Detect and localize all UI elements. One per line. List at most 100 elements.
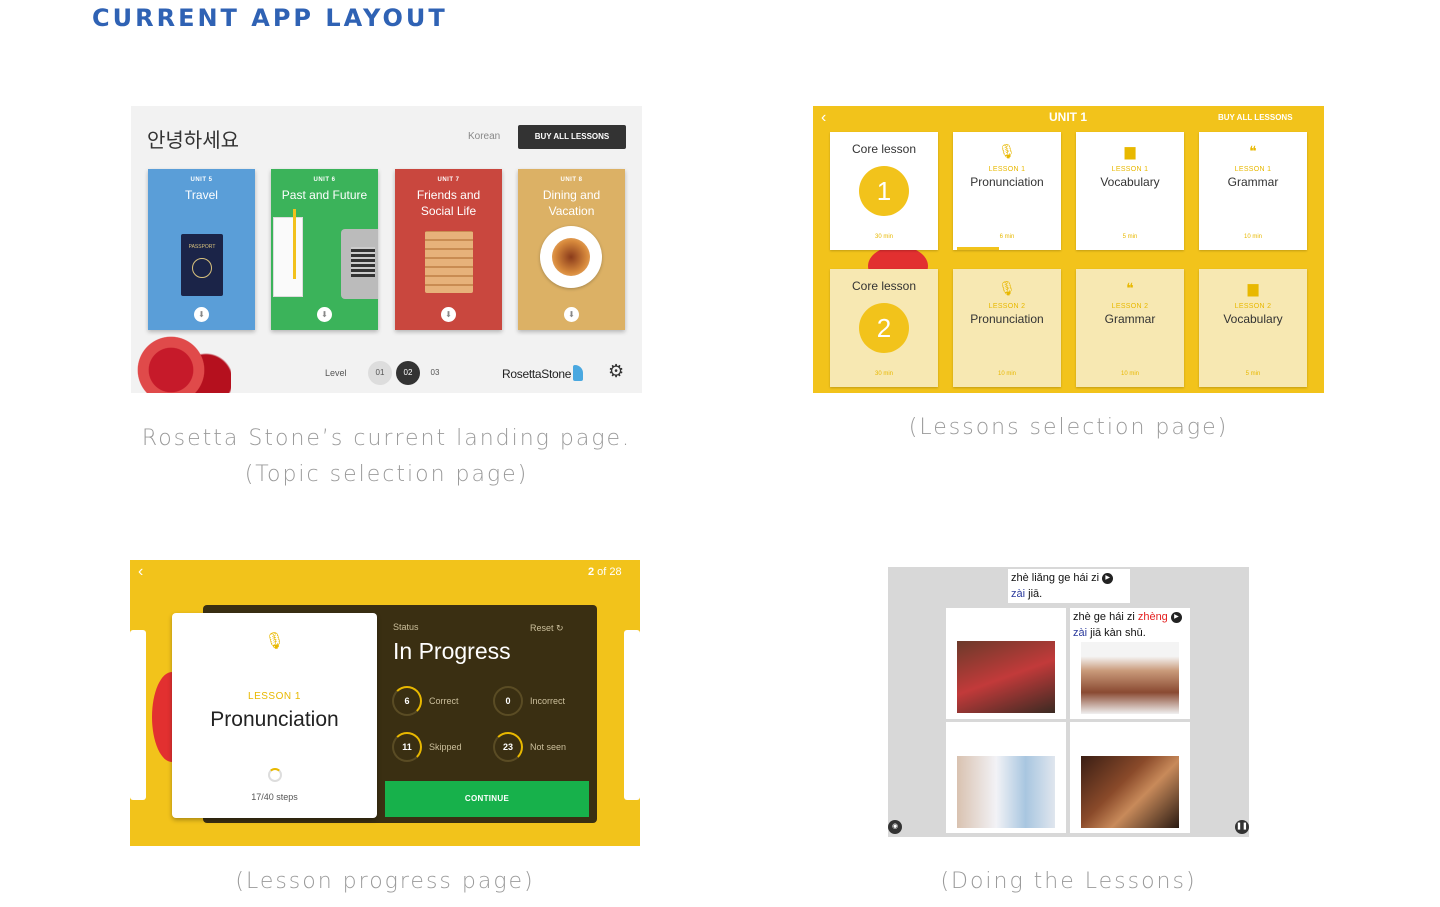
pronunciation-2-card[interactable]: 🎙 LESSON 2 Pronunciation 10 min xyxy=(953,269,1061,387)
pronunciation-1-card[interactable]: 🎙 LESSON 1 Pronunciation 6 min xyxy=(953,132,1061,250)
not-seen-label: Not seen xyxy=(530,742,567,752)
level-03-button[interactable]: 03 xyxy=(423,361,447,385)
lesson-label: LESSON 1 xyxy=(248,691,301,702)
brand-logo: RosettaStone xyxy=(502,365,584,381)
prompt-bubble-1: zhè liǎng ge hái zi ▶ zài jiā. xyxy=(1008,569,1130,603)
lesson-name: Grammar xyxy=(1104,312,1156,326)
image-tile-man-dining[interactable] xyxy=(1070,722,1190,833)
card-title: Core lesson xyxy=(851,279,917,293)
notepad-image xyxy=(273,217,303,297)
download-icon[interactable]: ⬇ xyxy=(317,307,332,322)
continue-button[interactable]: CONTINUE xyxy=(385,781,589,817)
lesson-sub: LESSON 2 xyxy=(1111,303,1149,310)
child-reading-photo xyxy=(1081,642,1179,714)
duration: 10 min xyxy=(1243,234,1262,240)
unit-title: Travel xyxy=(185,188,218,202)
lessons-screenshot: ‹ UNIT 1 BUY ALL LESSONS Core lesson 1 3… xyxy=(813,106,1324,393)
prompt-highlight: zài xyxy=(1011,588,1026,600)
man-dining-photo xyxy=(1081,756,1179,828)
language-label[interactable]: Korean xyxy=(468,131,500,142)
skipped-label: Skipped xyxy=(429,742,462,752)
reset-label: Reset xyxy=(530,623,554,633)
grammar-2-card[interactable]: ❝ LESSON 2 Grammar 10 min xyxy=(1076,269,1184,387)
play-icon[interactable]: ▶ xyxy=(1170,611,1182,623)
grammar-1-card[interactable]: ❝ LESSON 1 Grammar 10 min xyxy=(1199,132,1307,250)
lesson-name: Grammar xyxy=(1227,175,1279,189)
level-label: Level xyxy=(325,368,347,378)
level-01-button[interactable]: 01 xyxy=(368,361,392,385)
play-icon[interactable]: ▶ xyxy=(1102,572,1114,584)
duration: 10 min xyxy=(997,371,1016,377)
unit-number: UNIT 6 xyxy=(313,177,336,183)
next-card-edge[interactable] xyxy=(624,630,640,800)
duration: 30 min xyxy=(874,371,893,377)
lesson-name: Pronunciation xyxy=(970,175,1044,189)
microphone-icon: 🎙 xyxy=(998,280,1016,296)
core-lesson-1-card[interactable]: Core lesson 1 30 min xyxy=(830,132,938,250)
gear-icon[interactable]: ⚙ xyxy=(608,361,624,382)
duration: 5 min xyxy=(1245,371,1261,377)
prompt-bubble-2: zhè ge hái zi zhèng ▶ zài jiā kàn shū. xyxy=(1070,608,1190,642)
duration: 10 min xyxy=(1120,371,1139,377)
level-02-button[interactable]: 02 xyxy=(396,361,420,385)
microphone-icon: 🎙 xyxy=(264,633,285,650)
status-value: In Progress xyxy=(393,638,511,664)
duration: 6 min xyxy=(999,234,1015,240)
unit-title: Dining and Vacation xyxy=(542,188,601,218)
refresh-icon: ↻ xyxy=(556,623,564,633)
progress-screenshot: ‹ 2 of 28 🎙 LESSON 1 Pronunciation 17/40… xyxy=(130,560,640,846)
unit-card-dining[interactable]: UNIT 8 Dining and Vacation ⬇ xyxy=(518,169,625,330)
prompt-text: zhè liǎng ge hái zi xyxy=(1011,572,1100,584)
unit-number: UNIT 8 xyxy=(560,177,583,183)
lesson-name: Vocabulary xyxy=(1223,312,1283,326)
unit-number: UNIT 5 xyxy=(190,177,213,183)
download-icon[interactable]: ⬇ xyxy=(194,307,209,322)
lesson-name: Pronunciation xyxy=(210,708,339,731)
pause-icon[interactable]: ❚❚ xyxy=(1235,820,1249,834)
download-icon[interactable]: ⬇ xyxy=(564,307,579,322)
buy-all-lessons-button[interactable]: BUY ALL LESSONS xyxy=(518,125,626,149)
eye-icon[interactable]: ◉ xyxy=(888,820,902,834)
skipped-count: 11 xyxy=(392,732,422,762)
greeting: 안녕하세요 xyxy=(147,130,239,152)
flower-decoration xyxy=(131,328,231,393)
correct-label: Correct xyxy=(429,696,459,706)
unit-card-past-future[interactable]: UNIT 6 Past and Future ⬇ xyxy=(271,169,378,330)
caption-line: Rosetta Stone’s current landing page. xyxy=(141,426,632,451)
quote-icon: ❝ xyxy=(1126,280,1134,296)
image-tile-child-reading[interactable]: zhè ge hái zi zhèng ▶ zài jiā kàn shū. xyxy=(1070,608,1190,719)
lesson-card[interactable]: 🎙 LESSON 1 Pronunciation 17/40 steps xyxy=(172,613,377,818)
pencil-image xyxy=(293,209,296,279)
book-icon: ▆ xyxy=(1124,143,1136,159)
girls-flowers-photo xyxy=(957,641,1055,713)
caption-landing: Rosetta Stone’s current landing page. (T… xyxy=(131,421,642,493)
quote-icon: ❝ xyxy=(1249,143,1257,159)
unit-card-travel[interactable]: UNIT 5 Travel PASSPORT ⬇ xyxy=(148,169,255,330)
card-title: Core lesson xyxy=(851,142,917,156)
buy-all-lessons-link[interactable]: BUY ALL LESSONS xyxy=(1218,113,1293,122)
image-tile-doctor[interactable] xyxy=(946,722,1066,833)
duration: 5 min xyxy=(1122,234,1138,240)
passport-text: PASSPORT xyxy=(188,244,216,250)
loading-spinner-icon xyxy=(267,768,282,782)
incorrect-count: 0 xyxy=(493,686,523,716)
core-lesson-2-card[interactable]: Core lesson 2 30 min xyxy=(830,269,938,387)
lesson-name: Pronunciation xyxy=(970,312,1044,326)
image-tile-girls-flowers[interactable] xyxy=(946,608,1066,719)
vocabulary-2-card[interactable]: ▆ LESSON 2 Vocabulary 5 min xyxy=(1199,269,1307,387)
prompt-highlight: zài xyxy=(1073,627,1088,639)
prev-card-edge[interactable] xyxy=(130,630,146,800)
not-seen-count: 23 xyxy=(493,732,523,762)
download-icon[interactable]: ⬇ xyxy=(441,307,456,322)
steps-count: 17/40 steps xyxy=(251,792,298,802)
unit-card-friends[interactable]: UNIT 7 Friends and Social Life ⬇ xyxy=(395,169,502,330)
lesson-number: 2 xyxy=(859,303,909,353)
lesson-sub: LESSON 1 xyxy=(1111,166,1149,173)
caption-line: (Topic selection page) xyxy=(244,462,529,487)
unit-title: Past and Future xyxy=(281,188,368,202)
back-chevron-icon[interactable]: ‹ xyxy=(138,563,143,581)
reset-button[interactable]: Reset ↻ xyxy=(530,623,564,634)
back-chevron-icon[interactable]: ‹ xyxy=(821,109,826,127)
lesson-name: Vocabulary xyxy=(1100,175,1160,189)
vocabulary-1-card[interactable]: ▆ LESSON 1 Vocabulary 5 min xyxy=(1076,132,1184,250)
